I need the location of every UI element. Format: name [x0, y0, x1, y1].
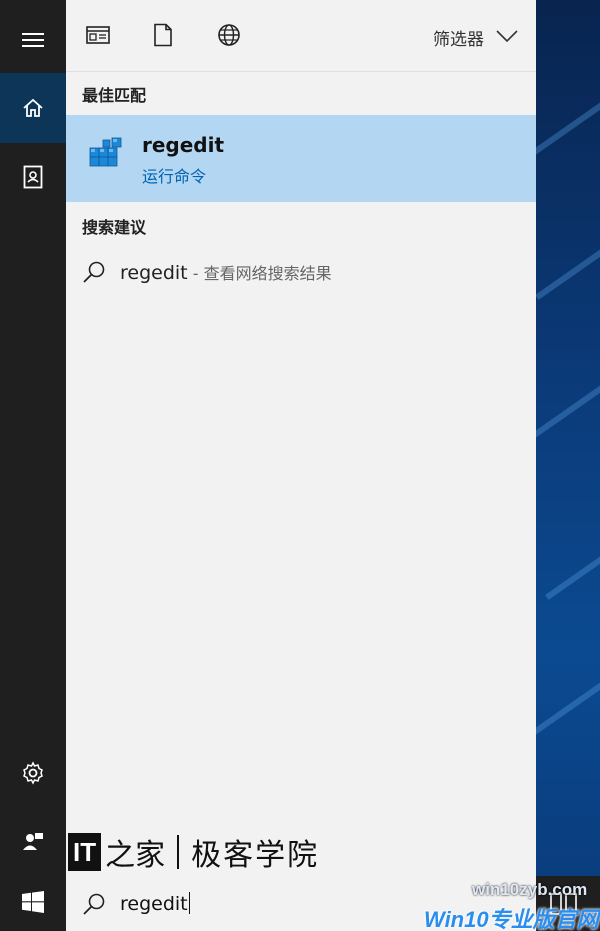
- web-suggestion-item[interactable]: regedit - 查看网络搜索结果: [66, 250, 536, 294]
- ithome-watermark: IT 之家 极客学院: [68, 830, 319, 874]
- ithome-logo-zh: 之家: [105, 838, 166, 873]
- web-filter-button[interactable]: [214, 22, 244, 52]
- search-input-value: regedit: [120, 893, 188, 915]
- feedback-button[interactable]: [0, 806, 66, 876]
- suggestion-text: regedit - 查看网络搜索结果: [120, 260, 332, 284]
- ithome-logo: IT: [68, 833, 102, 871]
- windows-logo-icon: [22, 890, 44, 917]
- chevron-down-icon: [496, 27, 518, 47]
- search-results-panel: 筛选器 最佳匹配 regedit 运行命令 搜索建议 regedit - 查看网…: [66, 0, 536, 876]
- search-input[interactable]: regedit: [120, 892, 190, 915]
- suggestions-heading: 搜索建议: [82, 218, 147, 237]
- brand-watermark: Win10专业版官网: [424, 907, 599, 931]
- documents-filter-button[interactable]: [148, 22, 178, 52]
- best-match-result[interactable]: regedit 运行命令: [66, 115, 536, 202]
- apps-filter-button[interactable]: [83, 22, 113, 52]
- notebook-button[interactable]: [0, 142, 66, 212]
- notebook-icon: [23, 165, 43, 189]
- start-button[interactable]: [0, 876, 66, 931]
- best-match-title: regedit: [142, 133, 225, 157]
- watermark-divider: [177, 835, 180, 869]
- registry-editor-icon: [86, 134, 126, 174]
- apps-icon: [86, 25, 110, 49]
- web-icon: [217, 23, 241, 51]
- suggestion-query: regedit: [120, 262, 188, 284]
- home-button[interactable]: [0, 73, 66, 143]
- ithome-watermark-name: 极客学院: [191, 838, 320, 873]
- start-rail: [0, 0, 66, 876]
- search-icon: [82, 892, 106, 920]
- filter-label: 筛选器: [433, 29, 484, 50]
- feedback-icon: [22, 830, 44, 852]
- best-match-subtitle: 运行命令: [142, 167, 207, 186]
- search-icon: [82, 260, 106, 288]
- best-match-heading: 最佳匹配: [82, 86, 147, 105]
- documents-icon: [153, 23, 173, 51]
- settings-icon: [21, 761, 45, 785]
- menu-button[interactable]: [0, 5, 66, 75]
- desktop-wallpaper: [536, 0, 600, 931]
- suggestion-hint: - 查看网络搜索结果: [187, 264, 332, 283]
- text-caret: [188, 892, 190, 914]
- search-filter-toolbar: 筛选器: [66, 0, 536, 72]
- settings-button[interactable]: [0, 738, 66, 808]
- site-url-watermark: win10zyb.com: [472, 880, 588, 899]
- menu-icon: [22, 32, 44, 48]
- home-icon: [22, 97, 44, 119]
- filter-dropdown[interactable]: 筛选器: [433, 22, 518, 52]
